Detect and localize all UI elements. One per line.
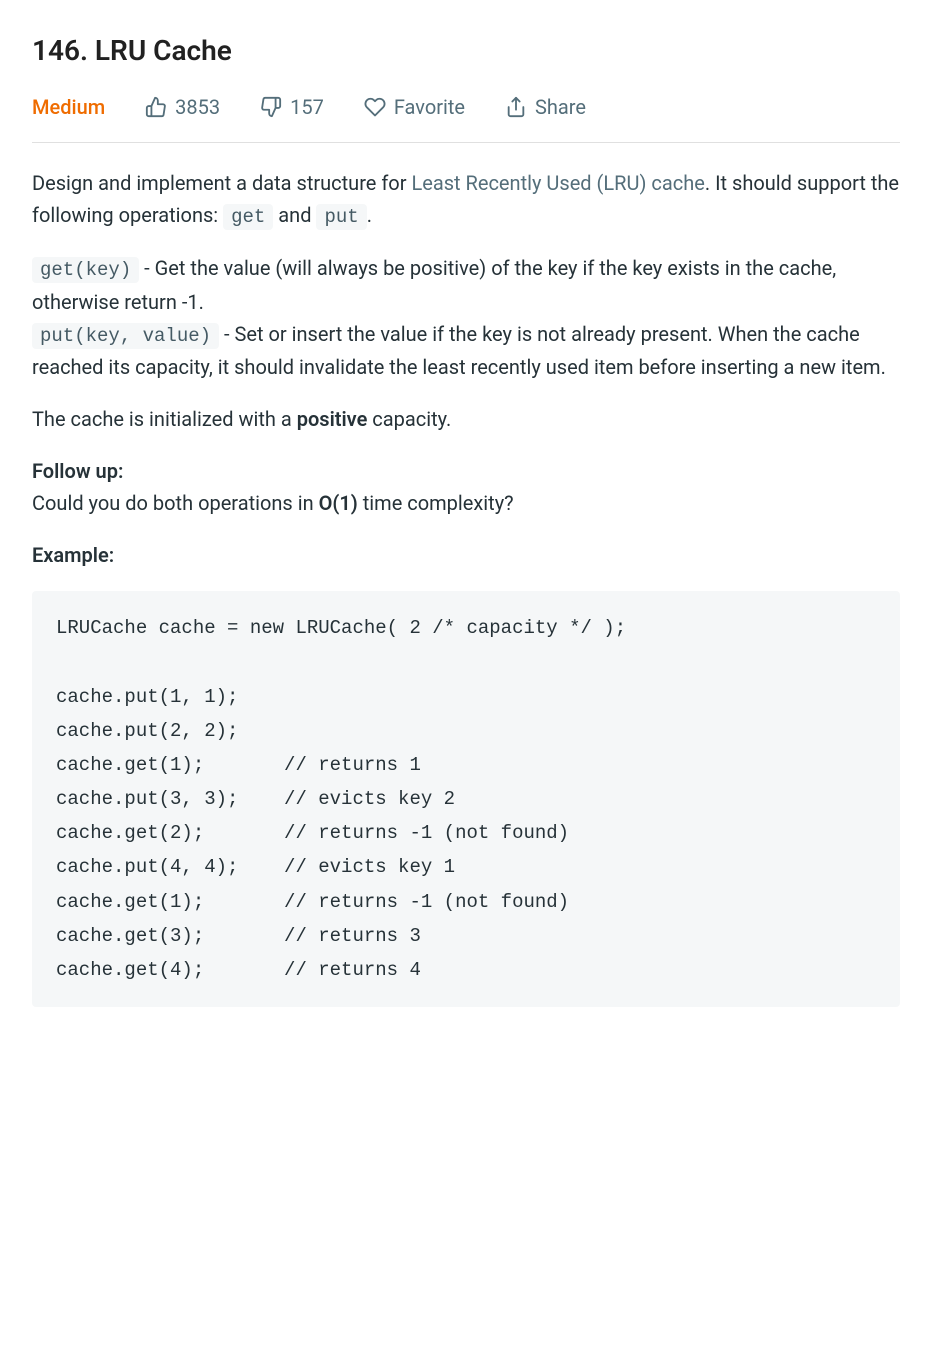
favorite-button[interactable]: Favorite <box>364 92 465 122</box>
lru-cache-link[interactable]: Least Recently Used (LRU) cache <box>411 171 704 195</box>
text: time complexity? <box>358 491 514 515</box>
code-put-sig: put(key, value) <box>32 323 219 349</box>
like-button[interactable]: 3853 <box>145 92 220 122</box>
code-get: get <box>223 204 273 230</box>
text: Could you do both operations in <box>32 491 319 515</box>
capacity-paragraph: The cache is initialized with a positive… <box>32 403 900 435</box>
share-icon <box>505 96 527 118</box>
o1-bold: O(1) <box>319 491 358 515</box>
favorite-label: Favorite <box>394 92 465 122</box>
dislike-count: 157 <box>290 92 324 122</box>
text: . <box>367 203 372 227</box>
share-label: Share <box>535 92 586 122</box>
get-description: - Get the value (will always be positive… <box>32 256 836 313</box>
intro-paragraph: Design and implement a data structure fo… <box>32 167 900 232</box>
text: Design and implement a data structure fo… <box>32 171 411 195</box>
thumbs-down-icon <box>260 96 282 118</box>
share-button[interactable]: Share <box>505 92 586 122</box>
heart-icon <box>364 96 386 118</box>
problem-title: 146. LRU Cache <box>32 30 900 72</box>
dislike-button[interactable]: 157 <box>260 92 324 122</box>
text: capacity. <box>367 407 451 431</box>
example-code-block: LRUCache cache = new LRUCache( 2 /* capa… <box>32 591 900 1007</box>
text: The cache is initialized with a <box>32 407 297 431</box>
problem-meta-bar: Medium 3853 157 Favorite Share <box>32 92 900 143</box>
problem-description: Design and implement a data structure fo… <box>32 167 900 1007</box>
operations-paragraph: get(key) - Get the value (will always be… <box>32 252 900 383</box>
difficulty-badge: Medium <box>32 92 105 122</box>
code-put: put <box>316 204 366 230</box>
text: and <box>273 203 316 227</box>
followup-paragraph: Follow up: Could you do both operations … <box>32 455 900 519</box>
followup-label: Follow up: <box>32 459 123 483</box>
thumbs-up-icon <box>145 96 167 118</box>
positive-bold: positive <box>297 407 368 431</box>
code-get-sig: get(key) <box>32 257 139 283</box>
example-label: Example: <box>32 539 900 571</box>
like-count: 3853 <box>175 92 220 122</box>
